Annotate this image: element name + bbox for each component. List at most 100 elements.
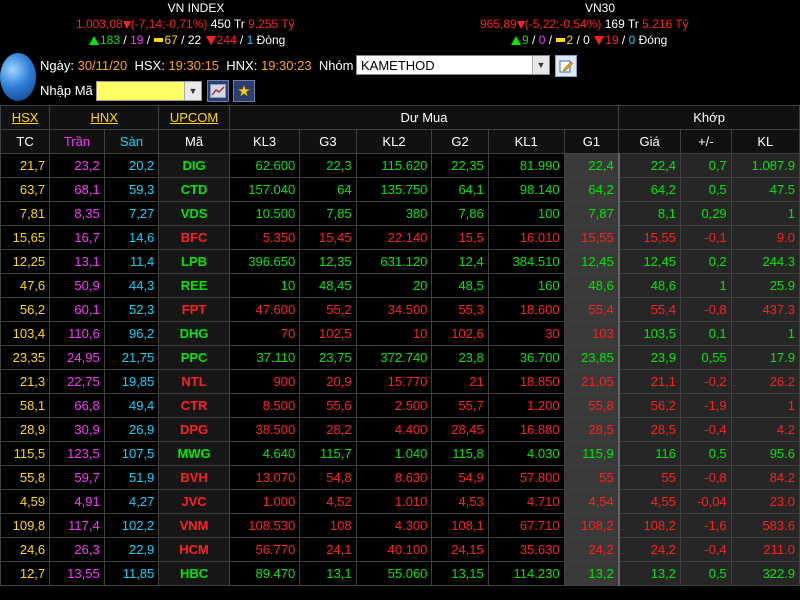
table-row[interactable]: 55,8 59,7 51,9 BVH 13.070 54,8 8.630 54,9 57.800… bbox=[0, 465, 800, 490]
cell-kl3: 13.070 bbox=[228, 465, 301, 490]
cell-symbol[interactable]: NTL bbox=[158, 369, 230, 394]
cell-tran: 60,1 bbox=[49, 297, 105, 322]
tab-hsx[interactable]: HSX bbox=[0, 105, 51, 130]
header-row-1: HSX HNX UPCOM Dư Mua Khớp bbox=[0, 105, 800, 130]
cell-symbol[interactable]: FPT bbox=[158, 297, 230, 322]
chevron-down-icon[interactable]: ▼ bbox=[184, 82, 201, 100]
cell-san: 51,9 bbox=[103, 465, 160, 490]
cell-tc: 23,35 bbox=[0, 345, 51, 370]
tab-hnx[interactable]: HNX bbox=[49, 105, 160, 130]
cell-symbol[interactable]: JVC bbox=[158, 489, 230, 514]
hsx-time: 19:30:15 bbox=[168, 58, 220, 73]
cell-g1: 64,2 bbox=[563, 177, 620, 202]
table-row[interactable]: 4,59 4,91 4,27 JVC 1.000 4,52 1.010 4,53 4.710 4,… bbox=[0, 489, 800, 514]
cell-tran: 50,9 bbox=[49, 273, 105, 298]
table-row[interactable]: 21,3 22,75 19,85 NTL 900 20,9 15.770 21 18.850 21… bbox=[0, 369, 800, 394]
cell-gia: 116 bbox=[617, 441, 681, 466]
cell-kl: 9.0 bbox=[730, 225, 800, 250]
cell-san: 59,3 bbox=[103, 177, 160, 202]
cell-g2: 54,9 bbox=[431, 465, 489, 490]
cell-tc: 55,8 bbox=[0, 465, 51, 490]
cell-g3: 23,75 bbox=[299, 345, 357, 370]
cell-symbol[interactable]: MWG bbox=[158, 441, 230, 466]
tab-upcom[interactable]: UPCOM bbox=[158, 105, 230, 130]
header-row-2: TC Trần Sàn Mã KL3 G3 KL2 G2 KL1 G1 Giá … bbox=[0, 129, 800, 154]
cell-g3: 7,85 bbox=[299, 201, 357, 226]
cell-symbol[interactable]: HCM bbox=[158, 537, 230, 562]
cell-tran: 23,2 bbox=[49, 153, 105, 178]
cell-kl: 1 bbox=[730, 201, 800, 226]
cell-kl3: 62.600 bbox=[228, 153, 301, 178]
table-row[interactable]: 63,7 68,1 59,3 CTD 157.040 64 135.750 64,1 98.14… bbox=[0, 177, 800, 202]
vn30-breadth-row: 9 / 0 / 2 / 0 19 / 0 Đóng bbox=[480, 32, 720, 48]
down-triangle-icon bbox=[205, 36, 216, 45]
vnindex-value: 1.003,08 bbox=[76, 17, 123, 31]
table-row[interactable]: 56,2 60,1 52,3 FPT 47.600 55,2 34.500 55,3 18.60… bbox=[0, 297, 800, 322]
cell-san: 49,4 bbox=[103, 393, 160, 418]
cell-symbol[interactable]: VDS bbox=[158, 201, 230, 226]
table-row[interactable]: 15,65 16,7 14,6 BFC 5.350 15,45 22.140 15,5 16.0… bbox=[0, 225, 800, 250]
cell-san: 7,27 bbox=[103, 201, 160, 226]
table-row[interactable]: 23,35 24,95 21,75 PPC 37.110 23,75 372.740 23,8… bbox=[0, 345, 800, 370]
cell-tc: 4,59 bbox=[0, 489, 51, 514]
table-row[interactable]: 28,9 30,9 26,9 DPG 38.500 28,2 4.400 28,45 16.88… bbox=[0, 417, 800, 442]
table-row[interactable]: 12,25 13,1 11,4 LPB 396.650 12,35 631.120 12,4 3… bbox=[0, 249, 800, 274]
table-row[interactable]: 24,6 26,3 22,9 HCM 56.770 24,1 40.100 24,15 35.6… bbox=[0, 537, 800, 562]
table-row[interactable]: 12,7 13,55 11,85 HBC 89.470 13,1 55.060 13,15 11… bbox=[0, 561, 800, 586]
code-input[interactable]: ▼ bbox=[96, 81, 202, 101]
cell-symbol[interactable]: LPB bbox=[158, 249, 230, 274]
cell-symbol[interactable]: REE bbox=[158, 273, 230, 298]
cell-tran: 13,55 bbox=[49, 561, 105, 586]
cell-g1: 12,45 bbox=[563, 249, 620, 274]
cell-tc: 28,9 bbox=[0, 417, 51, 442]
cell-symbol[interactable]: BFC bbox=[158, 225, 230, 250]
chart-icon[interactable] bbox=[207, 80, 229, 102]
chevron-down-icon[interactable]: ▼ bbox=[532, 56, 549, 74]
cell-symbol[interactable]: CTR bbox=[158, 393, 230, 418]
cell-gia: 12,45 bbox=[617, 249, 681, 274]
cell-g2: 13,15 bbox=[431, 561, 489, 586]
vn30-volume: 169 bbox=[604, 17, 625, 31]
cell-symbol[interactable]: HBC bbox=[158, 561, 230, 586]
table-row[interactable]: 7,81 8,35 7,27 VDS 10.500 7,85 380 7,86 100 7,87 8… bbox=[0, 201, 800, 226]
table-row[interactable]: 58,1 66,8 49,4 CTR 8.500 55,6 2.500 55,7 1.200 55… bbox=[0, 393, 800, 418]
edit-icon[interactable] bbox=[555, 55, 577, 77]
cell-gia: 24,2 bbox=[617, 537, 681, 562]
cell-change: -1,6 bbox=[680, 513, 732, 538]
cell-symbol[interactable]: DPG bbox=[158, 417, 230, 442]
table-row[interactable]: 103,4 110,6 96,2 DHG 70 102,5 10 102,6 30 103 103,… bbox=[0, 321, 800, 346]
hnx-time: 19:30:23 bbox=[260, 58, 312, 73]
cell-tc: 7,81 bbox=[0, 201, 51, 226]
cell-symbol[interactable]: DHG bbox=[158, 321, 230, 346]
cell-g3: 28,2 bbox=[299, 417, 357, 442]
cell-kl2: 135.750 bbox=[355, 177, 433, 202]
cell-kl1: 57.800 bbox=[487, 465, 565, 490]
table-row[interactable]: 109,8 117,4 102,2 VNM 108.530 108 4.300 108,1 67… bbox=[0, 513, 800, 538]
table-row[interactable]: 115,5 123,5 107,5 MWG 4.640 115,7 1.040 115,8 4.… bbox=[0, 441, 800, 466]
cell-san: 14,6 bbox=[103, 225, 160, 250]
cell-tran: 123,5 bbox=[49, 441, 105, 466]
cell-symbol[interactable]: BVH bbox=[158, 465, 230, 490]
cell-kl1: 384.510 bbox=[487, 249, 565, 274]
cell-san: 107,5 bbox=[103, 441, 160, 466]
vnindex-up: 183 bbox=[100, 33, 121, 47]
ref-bar-icon bbox=[556, 38, 566, 42]
cell-symbol[interactable]: PPC bbox=[158, 345, 230, 370]
cell-kl2: 55.060 bbox=[355, 561, 433, 586]
cell-tc: 21,7 bbox=[0, 153, 51, 178]
group-select[interactable]: KAMETHOD ▼ bbox=[356, 55, 550, 75]
col-header-gia: Giá bbox=[618, 129, 681, 154]
table-row[interactable]: 21,7 23,2 20,2 DIG 62.600 22,3 115.620 22,35 81.… bbox=[0, 153, 800, 178]
up-triangle-icon bbox=[89, 36, 99, 45]
star-icon[interactable]: ★ bbox=[233, 80, 255, 102]
vn30-money: 5.216 Tỷ bbox=[642, 17, 689, 31]
cell-kl: 25.9 bbox=[730, 273, 800, 298]
cell-kl1: 98.140 bbox=[487, 177, 565, 202]
table-row[interactable]: 47,6 50,9 44,3 REE 10 48,45 20 48,5 160 48,6 48,6 1… bbox=[0, 273, 800, 298]
cell-symbol[interactable]: DIG bbox=[158, 153, 230, 178]
cell-gia: 64,2 bbox=[617, 177, 681, 202]
cell-g3: 15,45 bbox=[299, 225, 357, 250]
cell-symbol[interactable]: CTD bbox=[158, 177, 230, 202]
up-triangle-icon bbox=[511, 36, 521, 45]
cell-symbol[interactable]: VNM bbox=[158, 513, 230, 538]
